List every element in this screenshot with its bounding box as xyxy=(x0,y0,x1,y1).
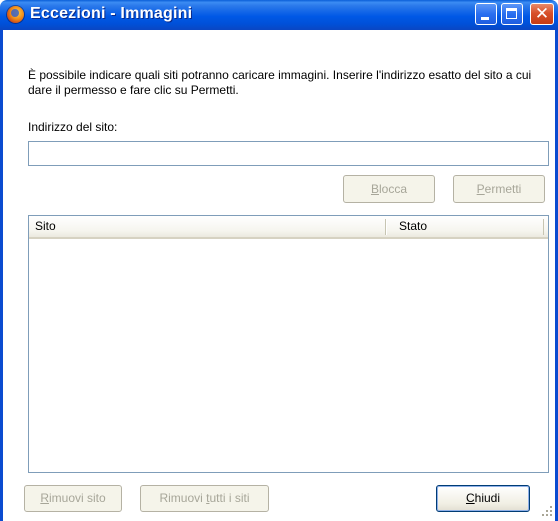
list-header: Sito Stato xyxy=(29,216,548,239)
column-header-site[interactable]: Sito xyxy=(35,216,385,237)
address-label: Indirizzo del sito: xyxy=(28,120,118,134)
maximize-button[interactable] xyxy=(501,3,523,25)
address-input[interactable] xyxy=(28,141,549,166)
description-text: È possibile indicare quali siti potranno… xyxy=(28,68,532,97)
sites-list[interactable]: Sito Stato xyxy=(28,215,549,473)
minimize-button[interactable] xyxy=(475,3,497,25)
remove-all-sites-button[interactable]: Rimuovi tutti i siti xyxy=(140,485,269,512)
column-divider[interactable] xyxy=(385,219,386,235)
firefox-icon xyxy=(7,6,24,23)
block-button[interactable]: Blocca xyxy=(343,175,435,203)
maximize-icon xyxy=(506,8,517,19)
resize-grip-icon[interactable] xyxy=(539,503,553,517)
exceptions-dialog: Eccezioni - Immagini ✕ È possibile indic… xyxy=(0,0,558,521)
column-header-status[interactable]: Stato xyxy=(397,216,547,237)
title-bar[interactable]: Eccezioni - Immagini ✕ xyxy=(0,0,558,30)
close-window-button[interactable]: ✕ xyxy=(530,3,554,25)
column-divider[interactable] xyxy=(543,219,544,235)
close-icon: ✕ xyxy=(534,4,550,24)
minimize-icon xyxy=(481,17,489,20)
remove-site-button[interactable]: Rimuovi sito xyxy=(24,485,122,512)
allow-button[interactable]: Permetti xyxy=(453,175,545,203)
window-title: Eccezioni - Immagini xyxy=(30,5,193,22)
close-button[interactable]: Chiudi xyxy=(436,485,530,512)
